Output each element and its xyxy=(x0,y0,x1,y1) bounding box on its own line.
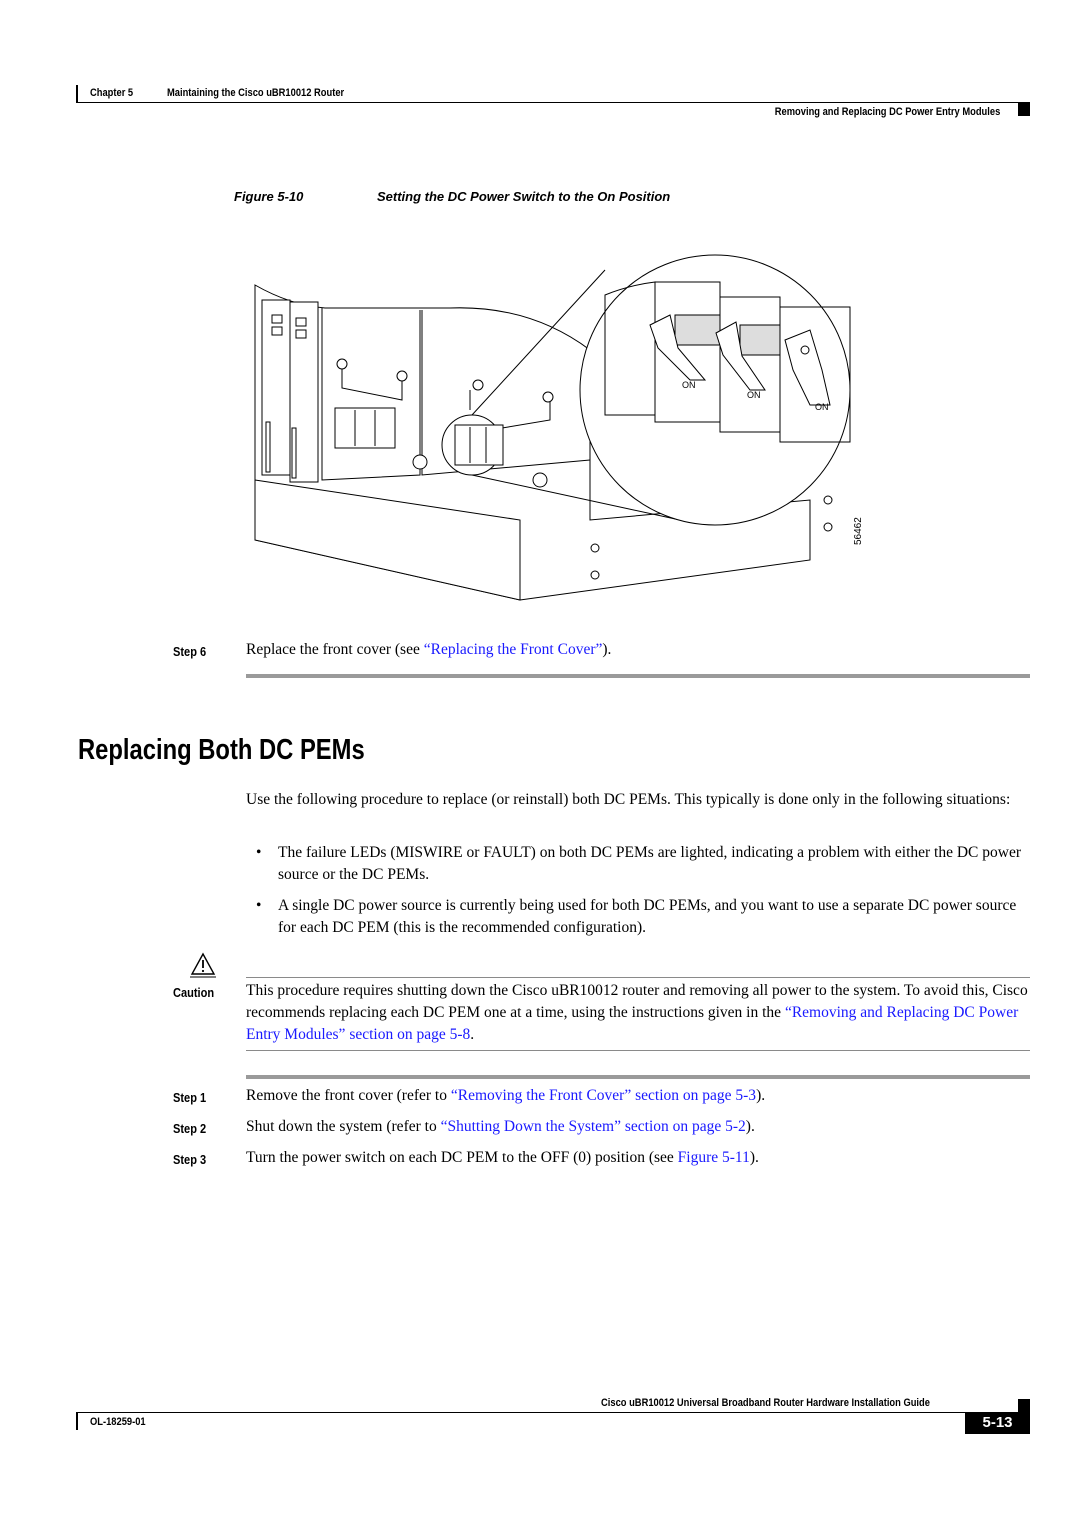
section-title-header: Removing and Replacing DC Power Entry Mo… xyxy=(774,106,1000,118)
chapter-label: Chapter 5 xyxy=(90,87,134,99)
switch-on-label-1: ON xyxy=(682,380,696,390)
switch-block-small xyxy=(334,407,396,449)
switch-bar-2 xyxy=(739,324,781,356)
footer-doc-number: OL-18259-01 xyxy=(90,1416,146,1428)
figure-label: Figure 5-10 xyxy=(234,189,304,204)
step1-text: Remove the front cover (refer to “Removi… xyxy=(246,1087,766,1104)
figure-illustration: ON ON ON 56462 xyxy=(254,254,864,601)
caution-label: Caution xyxy=(173,985,215,1000)
switch-on-label-3: ON xyxy=(815,402,829,412)
link-shutting-down-system[interactable]: “Shutting Down the System” section on pa… xyxy=(441,1118,746,1135)
footer-rule xyxy=(76,1412,1030,1413)
figure-title: Setting the DC Power Switch to the On Po… xyxy=(377,189,671,204)
figure-art-id: 56462 xyxy=(853,517,864,545)
step6-text: Replace the front cover (see “Replacing … xyxy=(246,641,612,658)
step3-label: Step 3 xyxy=(173,1152,207,1167)
bullet-item: • A single DC power source is currently … xyxy=(256,897,1017,936)
chapter-title: Maintaining the Cisco uBR10012 Router xyxy=(167,87,345,99)
figure-caption: Figure 5-10 Setting the DC Power Switch … xyxy=(234,189,670,204)
link-figure-5-11[interactable]: Figure 5-11 xyxy=(678,1149,750,1166)
step6-label: Step 6 xyxy=(173,644,207,659)
step1-label: Step 1 xyxy=(173,1090,207,1105)
card-left-2 xyxy=(289,301,319,483)
footer-guide-title: Cisco uBR10012 Universal Broadband Route… xyxy=(601,1397,930,1409)
header-block xyxy=(1018,102,1030,116)
step2-text: Shut down the system (refer to “Shutting… xyxy=(246,1118,755,1135)
footer-page-number: 5-13 xyxy=(982,1414,1013,1431)
header-left-bar xyxy=(76,85,78,102)
bullet-icon: • xyxy=(256,897,262,914)
link-replacing-front-cover[interactable]: “Replacing the Front Cover” xyxy=(424,641,603,658)
footer-left-bar xyxy=(76,1413,78,1430)
step6-end-rule xyxy=(246,674,1030,678)
steps-start-rule xyxy=(246,1075,1030,1079)
step2-label: Step 2 xyxy=(173,1121,207,1136)
caution-text: This procedure requires shutting down th… xyxy=(246,982,1028,1043)
bullet-icon: • xyxy=(256,844,262,861)
footer-block xyxy=(1018,1399,1030,1412)
switch-bar-1 xyxy=(674,314,721,346)
header-rule xyxy=(76,102,1030,103)
bullet-item: • The failure LEDs (MISWIRE or FAULT) on… xyxy=(256,844,1021,883)
switch-on-label-2: ON xyxy=(747,390,761,400)
section-heading: Replacing Both DC PEMs xyxy=(78,734,365,766)
link-removing-front-cover[interactable]: “Removing the Front Cover” section on pa… xyxy=(451,1087,756,1104)
caution-top-rule xyxy=(246,977,1030,978)
warning-triangle-icon xyxy=(190,952,216,978)
caution-bottom-rule xyxy=(246,1050,1030,1051)
section-intro: Use the following procedure to replace (… xyxy=(246,791,1011,808)
step3-text: Turn the power switch on each DC PEM to … xyxy=(246,1149,759,1166)
